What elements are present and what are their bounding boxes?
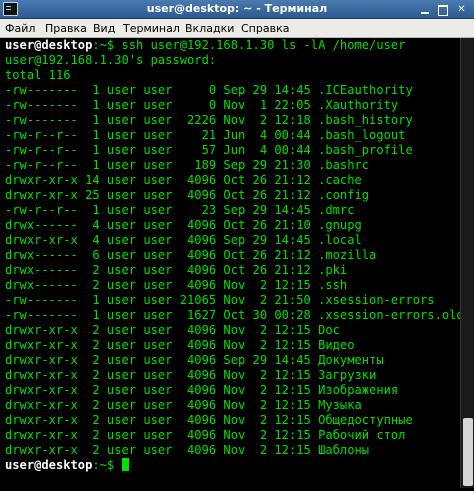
command-text: :~$ ssh user@192.168.1.30 ls -lA /home/u…: [92, 38, 406, 52]
listing-row: drwx------ 4 user user 4096 Oct 26 21:10…: [5, 218, 362, 232]
terminal-output[interactable]: user@desktop:~$ ssh user@192.168.1.30 ls…: [0, 38, 460, 488]
total-line: total 116: [5, 68, 71, 82]
minimize-icon[interactable]: [419, 3, 432, 16]
menu-file[interactable]: Файл: [5, 22, 35, 35]
terminal-window: user@desktop: ~ - Терминал ✕ Файл Правка…: [0, 0, 474, 491]
scrollbar-thumb[interactable]: [463, 418, 473, 486]
menu-edit[interactable]: Правка: [45, 22, 87, 35]
listing-row: -rw------- 1 user user 2226 Nov 2 12:18 …: [5, 113, 413, 127]
listing-row: -rw-r--r-- 1 user user 23 Sep 29 14:45 .…: [5, 203, 355, 217]
listing-row: drwxr-xr-x 2 user user 4096 Nov 2 12:15 …: [5, 398, 362, 412]
listing-row: drwx------ 2 user user 4096 Oct 26 21:12…: [5, 263, 348, 277]
listing-row: -rw------- 1 user user 0 Sep 29 14:45 .I…: [5, 83, 413, 97]
listing-row: drwxr-xr-x 14 user user 4096 Oct 26 21:1…: [5, 173, 362, 187]
text-cursor: [121, 458, 129, 471]
listing-row: drwxr-xr-x 2 user user 4096 Nov 2 12:15 …: [5, 413, 413, 427]
listing-row: drwxr-xr-x 2 user user 4096 Sep 29 14:45…: [5, 353, 384, 367]
window-title: user@desktop: ~ - Терминал: [146, 2, 328, 15]
listing-row: drwxr-xr-x 2 user user 4096 Nov 2 12:15 …: [5, 443, 370, 457]
listing-row: drwxr-xr-x 2 user user 4096 Nov 2 12:15 …: [5, 338, 355, 352]
menu-bar: Файл Правка Вид Терминал Вкладки Справка: [0, 19, 474, 38]
title-bar[interactable]: user@desktop: ~ - Терминал ✕: [0, 0, 474, 19]
prompt-user: user@desktop: [5, 38, 93, 52]
menu-terminal[interactable]: Терминал: [123, 22, 180, 35]
listing-row: -rw------- 1 user user 0 Nov 1 22:05 .Xa…: [5, 98, 399, 112]
listing-row: drwxr-xr-x 4 user user 4096 Sep 29 14:45…: [5, 233, 362, 247]
menu-tabs[interactable]: Вкладки: [185, 22, 234, 35]
listing-row: -rw-r--r-- 1 user user 21 Jun 4 00:44 .b…: [5, 128, 406, 142]
close-icon[interactable]: ✕: [455, 3, 468, 16]
listing-row: -rw-r--r-- 1 user user 189 Sep 29 21:30 …: [5, 158, 370, 172]
listing-row: drwxr-xr-x 2 user user 4096 Nov 2 12:15 …: [5, 323, 340, 337]
listing-row: -rw------- 1 user user 1627 Oct 30 00:28…: [5, 308, 460, 322]
command-line: user@desktop:~$ ssh user@192.168.1.30 ls…: [5, 38, 405, 53]
menu-view[interactable]: Вид: [93, 22, 115, 35]
listing-row: drwxr-xr-x 2 user user 4096 Nov 2 12:15 …: [5, 383, 399, 397]
vertical-scrollbar[interactable]: [460, 38, 474, 488]
password-prompt: user@192.168.1.30's password:: [5, 53, 217, 67]
listing-row: drwx------ 6 user user 4096 Oct 26 21:12…: [5, 248, 377, 262]
listing-row: -rw-r--r-- 1 user user 57 Jun 4 00:44 .b…: [5, 143, 413, 157]
prompt-user: user@desktop: [5, 458, 93, 472]
listing-row: -rw------- 1 user user 21065 Nov 2 21:50…: [5, 293, 435, 307]
listing-row: drwxr-xr-x 2 user user 4096 Nov 2 12:15 …: [5, 368, 377, 382]
listing-row: drwxr-xr-x 2 user user 4096 Nov 2 12:15 …: [5, 428, 406, 442]
maximize-icon[interactable]: [436, 3, 449, 16]
listing-row: drwxr-xr-x 25 user user 4096 Oct 26 21:1…: [5, 188, 370, 202]
menu-help[interactable]: Справка: [241, 22, 289, 35]
final-prompt: user@desktop:~$: [5, 458, 129, 473]
listing-row: drwx------ 2 user user 4096 Nov 2 12:15 …: [5, 278, 348, 292]
prompt-suffix: :~$: [92, 458, 122, 472]
